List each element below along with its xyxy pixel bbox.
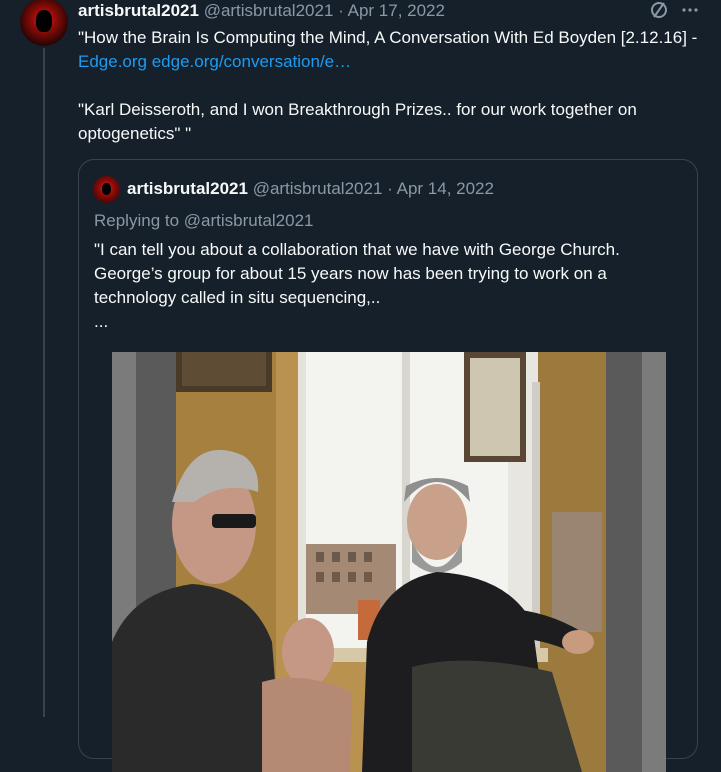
- tweet-actions: [649, 0, 699, 20]
- quote-text: "I can tell you about a collaboration th…: [94, 238, 684, 334]
- thread-line: [43, 48, 45, 717]
- author-handle[interactable]: @artisbrutal2021: [204, 1, 334, 20]
- tweet-text-line2: "Karl Deisseroth, and I won Breakthrough…: [78, 100, 637, 143]
- quote-text-line3: technology called in situ sequencing,..: [94, 288, 381, 307]
- quote-text-line1: "I can tell you about a collaboration th…: [94, 240, 620, 259]
- quote-text-line2: George’s group for about 15 years now ha…: [94, 264, 607, 283]
- quote-date: Apr 14, 2022: [396, 179, 494, 198]
- tweet-text-line1: "How the Brain Is Computing the Mind, A …: [78, 28, 698, 47]
- quote-text-line4: ...: [94, 312, 109, 331]
- author-name[interactable]: artisbrutal2021: [78, 1, 199, 20]
- quote-avatar[interactable]: [93, 176, 120, 203]
- quote-separator: ·: [387, 179, 393, 198]
- quoted-tweet[interactable]: artisbrutal2021 @artisbrutal2021 · Apr 1…: [78, 159, 698, 772]
- tweet-text: "How the Brain Is Computing the Mind, A …: [78, 26, 698, 146]
- tweet-date[interactable]: Apr 17, 2022: [348, 1, 445, 20]
- slash-circle-icon[interactable]: [649, 0, 669, 20]
- tweet-header: artisbrutal2021 @artisbrutal2021 · Apr 1…: [78, 0, 445, 22]
- quote-header: artisbrutal2021 @artisbrutal2021 · Apr 1…: [127, 178, 494, 200]
- replying-to: Replying to @artisbrutal2021: [94, 211, 314, 230]
- more-dots-icon[interactable]: [681, 1, 699, 19]
- avatar[interactable]: [20, 0, 68, 46]
- quote-author-handle: @artisbrutal2021: [252, 179, 383, 198]
- header-separator: ·: [338, 1, 344, 20]
- tweet-link[interactable]: Edge.org edge.org/conversation/e…: [78, 52, 351, 71]
- photo: [112, 352, 666, 772]
- quote-media[interactable]: [112, 352, 666, 772]
- quote-author-name: artisbrutal2021: [127, 179, 248, 198]
